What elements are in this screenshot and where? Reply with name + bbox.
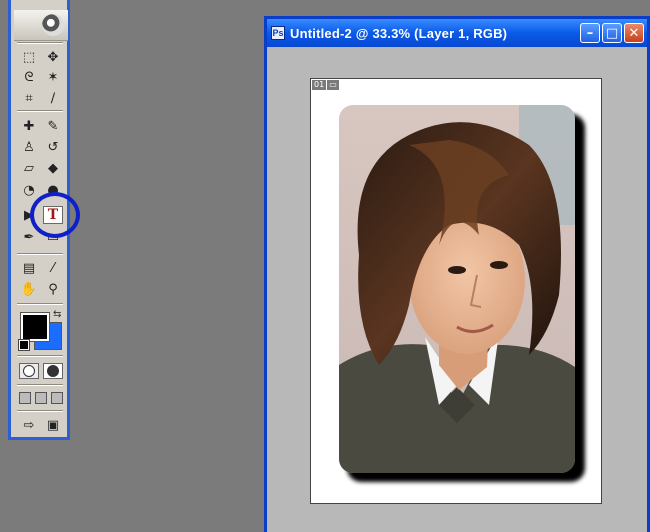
eyedropper-tool-icon[interactable]: ⁄ [43, 259, 63, 277]
crop-tool-icon[interactable]: ⌗ [19, 89, 39, 107]
marquee-tool-glyph: ⬚ [22, 49, 36, 65]
eraser-tool-glyph: ▱ [24, 160, 34, 176]
swap-colors-icon[interactable]: ⇆ [53, 309, 61, 320]
hand-tool-glyph: ✋ [20, 281, 38, 297]
full-screen-menu-mode-button[interactable] [35, 392, 47, 404]
standard-mode-button[interactable] [19, 363, 39, 379]
paint-bucket-tool-icon[interactable]: ◆ [43, 159, 63, 177]
jump-to-imageready-icon[interactable]: ⇨ [19, 416, 39, 434]
quick-mask-icon [47, 365, 59, 377]
portrait-photo [339, 105, 575, 473]
move-tool-glyph: ✥ [47, 49, 59, 65]
toolbox-header[interactable] [14, 10, 68, 41]
standard-screen-mode-button[interactable] [19, 392, 31, 404]
portrait-illustration [339, 105, 575, 473]
magic-wand-tool-glyph: ✶ [47, 69, 59, 85]
slice-tool-glyph: ∕ [50, 90, 56, 106]
close-button[interactable]: ✕ [624, 23, 644, 43]
healing-brush-tool-glyph: ✚ [23, 118, 35, 134]
toolbox-divider [17, 42, 63, 44]
marquee-tool-icon[interactable]: ⬚ [19, 48, 39, 66]
eraser-tool-icon[interactable]: ▱ [19, 159, 39, 177]
slice-image-icon: ▭ [327, 80, 339, 90]
toolbox-divider [17, 384, 63, 386]
notes-tool-icon[interactable]: ▤ [19, 259, 39, 277]
quick-mask-mode-button[interactable] [43, 363, 63, 379]
adobe-feather-icon[interactable] [42, 14, 64, 36]
blur-tool-icon[interactable]: ◔ [19, 181, 39, 199]
maximize-button[interactable]: □ [602, 23, 622, 43]
clone-stamp-tool-glyph: ♙ [23, 139, 35, 155]
history-brush-tool-icon[interactable]: ↺ [43, 138, 63, 156]
toolbox-divider [17, 253, 63, 255]
type-tool-highlight-circle [30, 192, 80, 238]
default-colors-icon[interactable] [18, 339, 30, 351]
standard-mode-icon [23, 365, 35, 377]
blur-tool-glyph: ◔ [23, 182, 35, 198]
toolbox-divider [17, 410, 63, 412]
brush-tool-glyph: ✎ [47, 118, 59, 134]
hand-tool-icon[interactable]: ✋ [19, 280, 39, 298]
move-tool-icon[interactable]: ✥ [43, 48, 63, 66]
toolbox-divider [17, 355, 63, 357]
foreground-color-swatch[interactable] [20, 312, 50, 342]
zoom-tool-glyph: ⚲ [48, 281, 58, 297]
document-window: Ps Untitled-2 @ 33.3% (Layer 1, RGB) – □… [264, 16, 650, 532]
document-canvas[interactable]: 01 ▭ [310, 78, 602, 504]
paint-bucket-tool-glyph: ◆ [48, 160, 58, 176]
healing-brush-tool-icon[interactable]: ✚ [19, 117, 39, 135]
toolbox-divider [17, 110, 63, 112]
toolbox-divider [17, 303, 63, 305]
slice-tool-icon[interactable]: ∕ [43, 89, 63, 107]
document-title: Untitled-2 @ 33.3% (Layer 1, RGB) [290, 25, 508, 41]
document-titlebar[interactable]: Ps Untitled-2 @ 33.3% (Layer 1, RGB) – □… [267, 19, 647, 47]
crop-tool-glyph: ⌗ [25, 90, 33, 106]
jump-to-imageready-icon-2[interactable]: ▣ [43, 416, 63, 434]
pen-tool-glyph: ✒ [23, 229, 35, 245]
slice-number: 01 [312, 80, 327, 90]
canvas-area[interactable]: 01 ▭ [267, 47, 647, 532]
notes-tool-glyph: ▤ [22, 260, 36, 276]
lasso-tool-glyph: ᘓ [24, 69, 34, 85]
brush-tool-icon[interactable]: ✎ [43, 117, 63, 135]
full-screen-mode-button[interactable] [51, 392, 63, 404]
slice-badge: 01 ▭ [312, 80, 339, 90]
eyedropper-tool-glyph: ⁄ [51, 260, 55, 276]
clone-stamp-tool-icon[interactable]: ♙ [19, 138, 39, 156]
lasso-tool-icon[interactable]: ᘓ [19, 68, 39, 86]
history-brush-tool-glyph: ↺ [47, 139, 59, 155]
zoom-tool-icon[interactable]: ⚲ [43, 280, 63, 298]
photoshop-document-icon[interactable]: Ps [271, 26, 285, 40]
magic-wand-tool-icon[interactable]: ✶ [43, 68, 63, 86]
minimize-button[interactable]: – [580, 23, 600, 43]
